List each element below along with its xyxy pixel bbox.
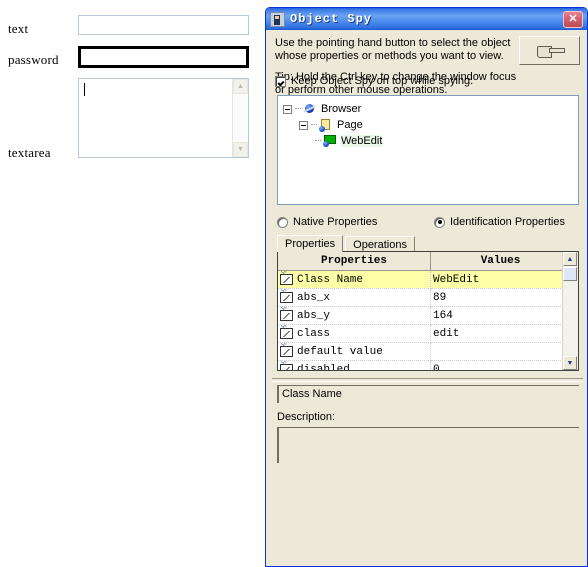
instruction-line-1: Use the pointing hand button to select t… (275, 37, 511, 62)
tree-label-browser: Browser (321, 103, 362, 115)
tree-expander-browser[interactable] (283, 104, 292, 114)
table-row[interactable]: class edit (278, 324, 571, 343)
scrollbar-thumb[interactable] (563, 267, 577, 281)
object-spy-icon (270, 11, 285, 27)
section-divider (272, 378, 583, 382)
tree-item-browser[interactable]: Browser (283, 101, 361, 117)
selected-property-name-box: Class Name (277, 385, 579, 403)
qt-property-icon (280, 271, 293, 285)
keep-on-top-checkbox[interactable] (275, 76, 286, 87)
tab-operations[interactable]: Operations (345, 236, 415, 252)
chevron-up-icon[interactable]: ▲ (563, 252, 577, 266)
qt-property-icon (280, 307, 293, 321)
property-value: WebEdit (430, 270, 571, 289)
object-tree[interactable]: Browser Page WebEdit (277, 95, 579, 205)
radio-label-native: Native Properties (293, 216, 378, 228)
qt-property-icon (280, 289, 293, 303)
webedit-icon (323, 134, 337, 148)
property-value: 164 (430, 306, 571, 325)
tree-item-page[interactable]: Page (299, 117, 363, 133)
chevron-down-icon[interactable]: ▼ (233, 142, 248, 157)
property-name: disabled (297, 363, 350, 371)
radio-identification-properties[interactable]: Identification Properties (434, 216, 565, 228)
tree-item-webedit[interactable]: WebEdit (315, 133, 383, 149)
textarea-input[interactable] (79, 79, 233, 157)
chevron-down-icon[interactable]: ▼ (563, 356, 577, 370)
tree-connector (295, 108, 301, 110)
property-value: 0 (430, 360, 571, 370)
dialog-titlebar[interactable]: Object Spy ✕ (266, 8, 587, 30)
tree-label-page: Page (337, 119, 363, 131)
property-name: Class Name (297, 273, 364, 286)
property-value (430, 342, 571, 361)
property-name: abs_y (297, 309, 331, 322)
radio-button-identification[interactable] (434, 216, 445, 228)
property-value: 89 (430, 288, 571, 307)
field-label-textarea: textarea (8, 145, 51, 160)
table-header-row: Properties Values (278, 252, 571, 271)
table-row[interactable]: default value (278, 342, 571, 361)
tab-properties[interactable]: Properties (277, 235, 344, 252)
dialog-body: Use the pointing hand button to select t… (266, 30, 587, 566)
table-row[interactable]: disabled 0 (278, 360, 571, 371)
instructions-block: Use the pointing hand button to select t… (275, 37, 520, 97)
table-row[interactable]: abs_x 89 (278, 288, 571, 307)
properties-table: Properties Values Class Name WebEdit (278, 252, 571, 371)
chevron-up-icon[interactable]: ▲ (233, 79, 248, 94)
table-row[interactable]: Class Name WebEdit (278, 270, 571, 289)
radio-label-identification: Identification Properties (450, 216, 565, 228)
field-label-password: password (8, 52, 59, 67)
radio-button-native[interactable] (277, 216, 288, 228)
text-input[interactable] (78, 15, 249, 35)
browser-icon (303, 102, 317, 116)
qt-property-icon (280, 361, 293, 370)
text-caret (84, 83, 85, 96)
field-label-text: text (8, 21, 29, 36)
password-input[interactable] (78, 46, 249, 68)
textarea-container: ▲ ▼ (78, 78, 249, 158)
description-box (277, 427, 579, 463)
dialog-title: Object Spy (290, 12, 373, 26)
column-header-values[interactable]: Values (430, 252, 571, 271)
close-icon[interactable]: ✕ (563, 10, 583, 28)
properties-table-scrollbar[interactable]: ▲ ▼ (562, 252, 578, 370)
tree-label-webedit: WebEdit (341, 135, 383, 147)
property-value: edit (430, 324, 571, 343)
keep-on-top-label: Keep Object Spy on top while spying. (291, 75, 474, 87)
property-name: default value (297, 345, 383, 358)
tree-expander-page[interactable] (299, 120, 308, 130)
tab-strip: Properties Operations (277, 235, 415, 252)
property-name: abs_x (297, 291, 331, 304)
radio-native-properties[interactable]: Native Properties (277, 216, 377, 228)
property-name: class (297, 327, 331, 340)
properties-table-container: Properties Values Class Name WebEdit (277, 251, 579, 371)
table-row[interactable]: abs_y 164 (278, 306, 571, 325)
tree-connector (315, 140, 321, 142)
pointing-hand-icon (536, 43, 565, 58)
pointing-hand-button[interactable] (519, 36, 580, 65)
qt-property-icon (280, 325, 293, 339)
textarea-scrollbar[interactable]: ▲ ▼ (232, 79, 248, 157)
description-label: Description: (277, 411, 336, 423)
object-spy-dialog: Object Spy ✕ Use the pointing hand butto… (265, 7, 588, 567)
column-header-properties[interactable]: Properties (278, 252, 431, 271)
page-icon (319, 118, 333, 132)
web-page-form: text password textarea ▲ ▼ (0, 0, 262, 562)
qt-property-icon (280, 343, 293, 357)
keep-on-top-row[interactable]: Keep Object Spy on top while spying. (275, 75, 473, 88)
tree-connector (311, 124, 317, 126)
